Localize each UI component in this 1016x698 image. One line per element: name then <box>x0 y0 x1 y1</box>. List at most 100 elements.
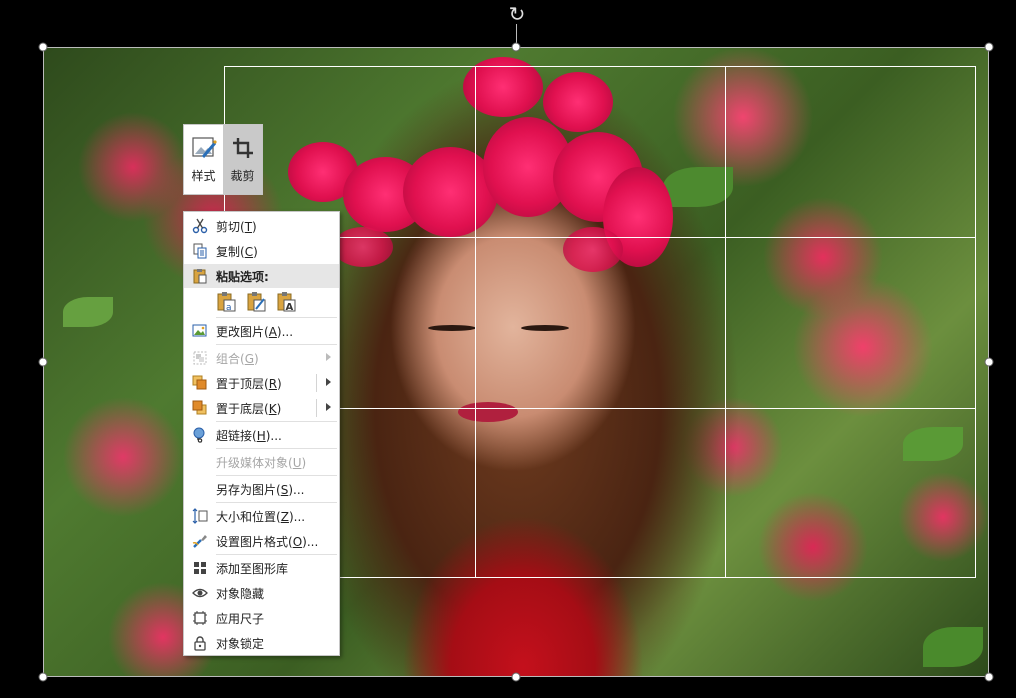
resize-handle-top[interactable] <box>511 42 521 52</box>
crop-icon <box>232 138 253 158</box>
style-button-label: 样式 <box>191 169 216 183</box>
menu-item-save-as-picture-label: 另存为图片 <box>216 482 277 497</box>
menu-item-size-position-key: Z <box>280 509 289 524</box>
resize-handle-bottom-left[interactable] <box>38 672 48 682</box>
svg-text:A: A <box>286 302 294 313</box>
menu-item-group-label: 组合 <box>216 351 241 366</box>
crop-button[interactable]: 裁剪 <box>223 125 262 194</box>
mini-toolbar: 样式 裁剪 <box>183 124 263 195</box>
change-picture-icon <box>192 324 207 337</box>
menu-item-bring-to-front-label: 置于顶层 <box>216 376 265 391</box>
svg-text:a: a <box>226 303 232 313</box>
menu-item-upgrade-media: 升级媒体对象(U) <box>216 455 307 470</box>
menu-item-add-to-gallery[interactable]: 添加至图形库 <box>184 556 339 580</box>
bring-to-front-icon <box>192 375 207 390</box>
send-to-back-icon <box>192 400 207 415</box>
paste-options-header: 粘贴选项: <box>184 264 339 288</box>
menu-item-cut[interactable]: 剪切(T) <box>184 214 339 238</box>
menu-item-bring-to-front[interactable]: 置于顶层(R) <box>184 371 339 395</box>
menu-item-send-to-back-label: 置于底层 <box>216 401 265 416</box>
crop-grid-line <box>475 67 476 577</box>
resize-handle-top-right[interactable] <box>984 42 994 52</box>
menu-separator <box>216 344 337 345</box>
paste-keep-formatting-icon <box>247 292 266 312</box>
copy-icon <box>193 243 207 259</box>
menu-item-change-picture-key: A <box>268 324 277 339</box>
format-picture-icon <box>192 535 207 548</box>
menu-item-hyperlink-key: H <box>256 428 266 443</box>
paste-destination-theme-icon: a <box>217 292 236 313</box>
paste-option-use-destination-theme[interactable]: a <box>214 290 238 314</box>
menu-item-upgrade-media-label: 升级媒体对象 <box>216 455 289 470</box>
menu-item-change-picture-suffix: ... <box>281 324 294 339</box>
menu-item-size-position[interactable]: 大小和位置(Z)... <box>184 504 339 528</box>
menu-item-copy-label: 复制 <box>216 244 241 259</box>
size-position-icon <box>192 508 208 524</box>
menu-item-apply-size-label: 应用尺子 <box>216 611 265 626</box>
menu-item-save-as-picture-suffix: ... <box>293 482 305 497</box>
menu-item-bring-to-front-key: R <box>268 376 278 391</box>
paste-option-keep-source-formatting[interactable] <box>244 290 268 314</box>
menu-separator <box>216 554 337 555</box>
menu-separator <box>216 475 337 476</box>
gallery-grid-icon <box>194 562 206 574</box>
ruler-frame-icon <box>193 611 207 625</box>
menu-item-group: 组合(G) <box>184 346 339 370</box>
menu-item-apply-size[interactable]: 应用尺子 <box>184 606 339 630</box>
menu-separator <box>216 317 337 318</box>
menu-item-hyperlink-label: 超链接 <box>216 428 253 443</box>
menu-item-hyperlink[interactable]: 超链接(H)... <box>184 423 339 447</box>
menu-item-size-position-suffix: ... <box>293 509 306 524</box>
menu-item-send-to-back[interactable]: 置于底层(K) <box>184 396 339 420</box>
scissors-icon <box>192 218 208 234</box>
paste-option-keep-text-only[interactable]: A <box>274 290 298 314</box>
resize-handle-top-left[interactable] <box>38 42 48 52</box>
menu-item-change-picture-label: 更改图片 <box>216 324 265 339</box>
resize-handle-left[interactable] <box>38 357 48 367</box>
menu-item-hide-object-label: 对象隐藏 <box>216 586 265 601</box>
menu-item-change-picture[interactable]: 更改图片(A)... <box>184 319 339 343</box>
picture-style-icon <box>191 137 217 158</box>
menu-separator <box>216 502 337 503</box>
menu-item-copy-key: C <box>244 244 254 259</box>
menu-item-cut-key: T <box>244 219 253 234</box>
menu-item-save-as-picture[interactable]: 另存为图片(S)... <box>184 477 339 501</box>
menu-item-size-position-label: 大小和位置 <box>216 509 277 524</box>
menu-item-format-picture-key: O <box>292 534 303 549</box>
menu-item-format-picture[interactable]: 设置图片格式(O)... <box>184 529 339 553</box>
menu-item-group-key: G <box>244 351 255 366</box>
menu-item-lock-object-label: 对象锁定 <box>216 636 265 651</box>
hyperlink-icon <box>193 427 205 443</box>
resize-handle-bottom[interactable] <box>511 672 521 682</box>
menu-item-copy[interactable]: 复制(C) <box>184 239 339 263</box>
submenu-split-divider <box>316 399 317 417</box>
paste-text-only-icon: A <box>277 292 296 313</box>
menu-item-upgrade-media-key: U <box>292 455 302 470</box>
submenu-arrow-icon[interactable] <box>326 403 331 411</box>
resize-handle-bottom-right[interactable] <box>984 672 994 682</box>
rotate-handle-icon[interactable]: ↻ <box>506 3 528 25</box>
crop-grid-line <box>725 67 726 577</box>
menu-item-format-picture-label: 设置图片格式 <box>216 534 289 549</box>
menu-item-hyperlink-suffix: ... <box>270 428 282 443</box>
context-menu: 剪切(T) 复制(C) 粘贴选项: a A 更改图片(A)... 组合(G) 置… <box>183 211 340 656</box>
menu-item-hide-object[interactable]: 对象隐藏 <box>184 581 339 605</box>
resize-handle-right[interactable] <box>984 357 994 367</box>
submenu-arrow-icon <box>326 353 331 361</box>
menu-item-send-to-back-key: K <box>268 401 277 416</box>
menu-item-format-picture-suffix: ... <box>306 534 319 549</box>
style-button[interactable]: 样式 <box>184 125 223 194</box>
crop-button-label: 裁剪 <box>230 169 255 183</box>
clipboard-icon <box>193 269 207 284</box>
menu-separator <box>216 421 337 422</box>
menu-item-cut-label: 剪切 <box>216 219 241 234</box>
menu-separator <box>216 448 337 449</box>
menu-item-add-to-gallery-label: 添加至图形库 <box>216 561 289 576</box>
menu-item-lock-object[interactable]: 对象锁定 <box>184 631 339 655</box>
menu-item-save-as-picture-key: S <box>280 482 289 497</box>
submenu-split-divider <box>316 374 317 392</box>
paste-options-row: a A <box>214 290 298 314</box>
submenu-arrow-icon[interactable] <box>326 378 331 386</box>
group-icon <box>193 351 207 365</box>
lock-icon <box>194 636 206 651</box>
